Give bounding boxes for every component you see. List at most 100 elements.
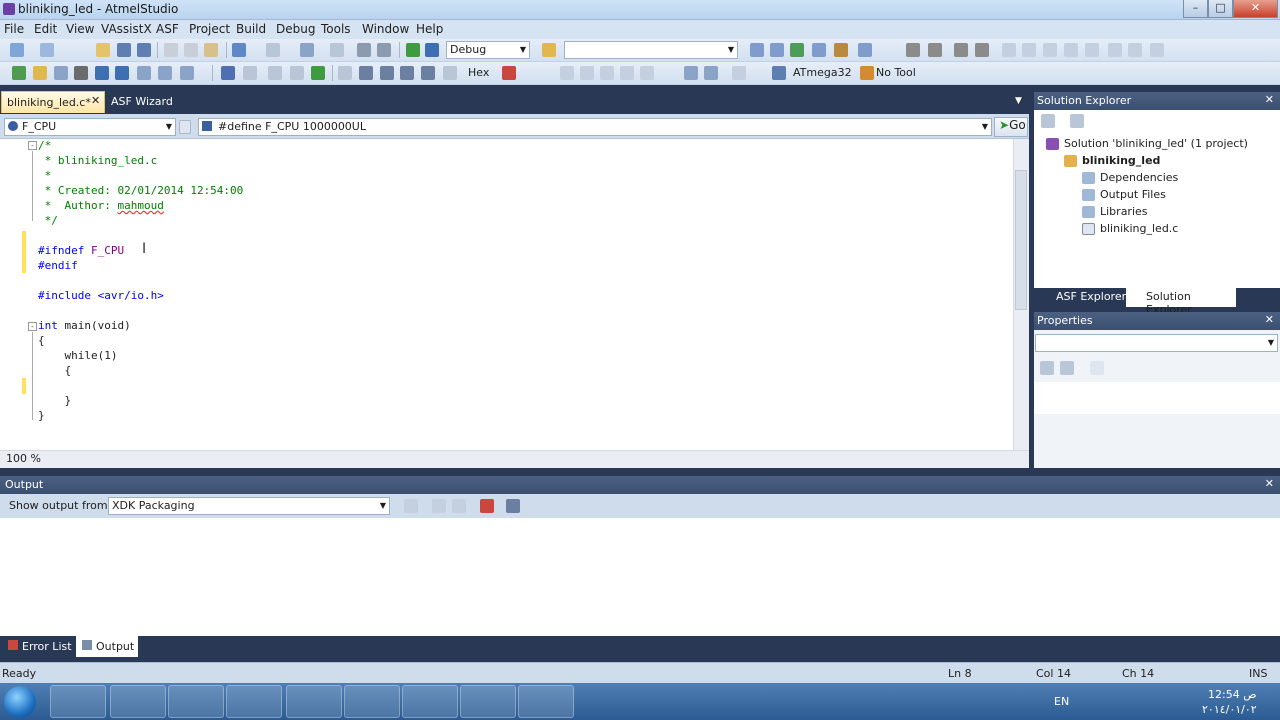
- redo-icon[interactable]: [266, 43, 280, 57]
- toolbar-icon-i[interactable]: [1128, 43, 1142, 57]
- taskbar-firefox-icon[interactable]: [226, 685, 282, 718]
- menu-vassistx[interactable]: VAssistX: [101, 22, 152, 36]
- output-text-area[interactable]: [0, 518, 1280, 636]
- toolbar-icon-e[interactable]: [834, 43, 848, 57]
- toolbar-icon-b[interactable]: [770, 43, 784, 57]
- cut-icon[interactable]: [164, 43, 178, 57]
- pause-icon[interactable]: [290, 66, 304, 80]
- tab-close-icon[interactable]: ✕: [91, 94, 100, 107]
- disassembly-icon[interactable]: [443, 66, 457, 80]
- new-project-icon[interactable]: [10, 43, 24, 57]
- bookmark-next-icon[interactable]: [1043, 43, 1057, 57]
- toolbar2-icon-i[interactable]: [732, 66, 746, 80]
- comment-icon[interactable]: [954, 43, 968, 57]
- panel-close-icon[interactable]: ✕: [1265, 93, 1274, 106]
- memory-icon[interactable]: [684, 66, 698, 80]
- clean-icon[interactable]: [54, 66, 68, 80]
- taskbar-app-icon[interactable]: [286, 685, 342, 718]
- editor-horizontal-scrollbar[interactable]: [0, 450, 1029, 468]
- libraries-node[interactable]: Libraries: [1100, 205, 1148, 218]
- taskbar-recorder-icon[interactable]: [518, 685, 574, 718]
- toolbar2-icon-g[interactable]: [620, 66, 634, 80]
- rebuild-icon[interactable]: [33, 66, 47, 80]
- uncomment-icon[interactable]: [975, 43, 989, 57]
- menu-build[interactable]: Build: [236, 22, 266, 36]
- toolbar2-icon-f[interactable]: [600, 66, 614, 80]
- save-all-icon[interactable]: [137, 43, 151, 57]
- continue-icon[interactable]: [311, 66, 325, 80]
- taskbar-ie-icon[interactable]: [50, 685, 106, 718]
- stop-debugging-icon[interactable]: [243, 66, 257, 80]
- solution-icon[interactable]: [357, 43, 371, 57]
- configuration-combo[interactable]: Debug ▼: [446, 41, 530, 59]
- clear-all-icon[interactable]: [480, 499, 494, 513]
- device-icon[interactable]: [772, 66, 786, 80]
- step-out-icon[interactable]: [380, 66, 394, 80]
- word-wrap-icon[interactable]: [506, 499, 520, 513]
- menu-edit[interactable]: Edit: [34, 22, 57, 36]
- clock-date[interactable]: ٢٠١٤/٠١/٠٢: [1202, 703, 1257, 716]
- split-icon[interactable]: [179, 120, 191, 134]
- toolbar-icon-g[interactable]: [1085, 43, 1099, 57]
- open-icon[interactable]: [96, 43, 110, 57]
- go-button[interactable]: ➤Go: [994, 117, 1028, 137]
- output-icon-c[interactable]: [452, 499, 466, 513]
- menu-window[interactable]: Window: [362, 22, 409, 36]
- toolbar-icon-a[interactable]: [750, 43, 764, 57]
- find-icon[interactable]: [377, 43, 391, 57]
- start-debugging-icon[interactable]: [406, 43, 420, 57]
- toolbar2-icon-a[interactable]: [137, 66, 151, 80]
- bookmark-clear-icon[interactable]: [1064, 43, 1078, 57]
- tab-asf-explorer[interactable]: ASF Explorer: [1056, 290, 1126, 303]
- output-icon-a[interactable]: [404, 499, 418, 513]
- tab-output[interactable]: Output: [76, 636, 138, 657]
- add-item-icon[interactable]: [40, 43, 54, 57]
- properties-object-combo[interactable]: ▼: [1035, 334, 1278, 352]
- menu-view[interactable]: View: [66, 22, 94, 36]
- bookmark-icon[interactable]: [1002, 43, 1016, 57]
- menu-tools[interactable]: Tools: [321, 22, 351, 36]
- restart-icon[interactable]: [268, 66, 282, 80]
- source-file-node[interactable]: bliniking_led.c: [1100, 222, 1178, 235]
- collapse-all-icon[interactable]: [1041, 114, 1055, 128]
- definition-combo[interactable]: #define F_CPU 1000000UL ▼: [198, 118, 992, 136]
- alphabetical-icon[interactable]: [1060, 361, 1074, 375]
- panel-close-icon[interactable]: ✕: [1265, 313, 1274, 326]
- build-selection-icon[interactable]: [74, 66, 88, 80]
- fold-toggle[interactable]: -: [28, 322, 37, 331]
- toolbar2-icon-h[interactable]: [640, 66, 654, 80]
- tab-asf-wizard[interactable]: ASF Wizard: [111, 95, 173, 108]
- build-icon[interactable]: [12, 66, 26, 80]
- solution-node[interactable]: Solution 'bliniking_led' (1 project): [1064, 137, 1248, 150]
- menu-file[interactable]: File: [4, 22, 24, 36]
- menu-project[interactable]: Project: [189, 22, 230, 36]
- menu-debug[interactable]: Debug: [276, 22, 315, 36]
- dependencies-node[interactable]: Dependencies: [1100, 171, 1178, 184]
- device-programming-icon[interactable]: [115, 66, 129, 80]
- panel-close-icon[interactable]: ✕: [1265, 477, 1274, 490]
- menu-asf[interactable]: ASF: [156, 22, 179, 36]
- taskbar-camera-icon[interactable]: [460, 685, 516, 718]
- taskbar-media-icon[interactable]: [168, 685, 224, 718]
- registers-icon[interactable]: [704, 66, 718, 80]
- find-combo[interactable]: ▼: [564, 41, 738, 59]
- taskbar-explorer-icon[interactable]: [110, 685, 166, 718]
- close-button[interactable]: ✕: [1233, 0, 1278, 18]
- toolbar-icon-c[interactable]: [790, 43, 804, 57]
- toolbar2-icon-c[interactable]: [180, 66, 194, 80]
- menu-help[interactable]: Help: [416, 22, 443, 36]
- tool-selector[interactable]: No Tool: [876, 66, 916, 79]
- break-all-icon[interactable]: [221, 66, 235, 80]
- minimize-button[interactable]: –: [1183, 0, 1208, 18]
- property-pages-icon[interactable]: [1090, 361, 1104, 375]
- breakpoint-icon[interactable]: [502, 66, 516, 80]
- fold-toggle[interactable]: -: [28, 141, 37, 150]
- taskbar-isis-icon[interactable]: [402, 685, 458, 718]
- taskbar-atmel-icon[interactable]: [344, 685, 400, 718]
- run-to-cursor-icon[interactable]: [400, 66, 414, 80]
- output-icon-b[interactable]: [432, 499, 446, 513]
- outdent-icon[interactable]: [928, 43, 942, 57]
- find-in-files-icon[interactable]: [542, 43, 556, 57]
- tab-bliniking-led-c[interactable]: bliniking_led.c*: [1, 91, 105, 113]
- toolbar-icon-d[interactable]: [812, 43, 826, 57]
